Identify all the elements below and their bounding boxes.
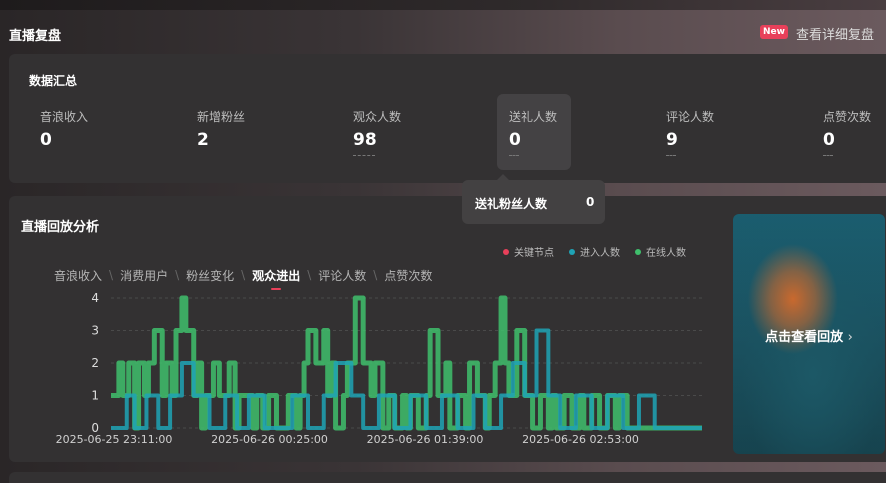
metric-gift-senders[interactable]: 送礼人数 0: [497, 94, 571, 170]
metric-label: 评论人数: [666, 110, 715, 124]
chevron-right-icon: ›: [847, 330, 853, 345]
metric-label: 点赞次数: [823, 110, 872, 124]
metric-underline: [823, 155, 833, 156]
summary-title: 数据汇总: [29, 74, 78, 88]
replay-cta[interactable]: 点击查看回放 ›: [733, 326, 885, 345]
tooltip-arrow: [497, 174, 509, 180]
metric-label: 送礼人数: [509, 110, 558, 124]
metric-sound-wave-income[interactable]: 音浪收入 0: [28, 94, 102, 170]
replay-cta-label: 点击查看回放: [765, 330, 844, 345]
new-badge: New: [760, 25, 788, 39]
metric-label: 新增粉丝: [197, 110, 246, 124]
gift-fans-tooltip: 送礼粉丝人数 0: [462, 174, 605, 224]
x-tick-label: 2025-06-26 01:39:00: [367, 433, 484, 446]
metric-underline: [666, 155, 676, 156]
metric-label: 观众人数: [353, 110, 402, 124]
page-header: 直播复盘 New 查看详细复盘: [0, 12, 886, 52]
page-title: 直播复盘: [9, 29, 62, 44]
metric-value: 98: [353, 130, 377, 150]
tooltip-value: 0: [586, 195, 595, 209]
metric-viewers[interactable]: 观众人数 98: [341, 94, 415, 170]
metric-underline: [353, 155, 375, 156]
data-summary-card: 数据汇总 音浪收入 0 新增粉丝 2 观众人数 98 送礼人数 0 评论人数 9…: [9, 54, 886, 183]
y-tick-label: 4: [91, 291, 99, 305]
replay-thumbnail[interactable]: 点击查看回放 ›: [733, 214, 885, 454]
metric-underline: [509, 155, 519, 156]
metric-value: 2: [197, 130, 209, 150]
y-tick-label: 3: [91, 324, 99, 338]
window-top-strip: [0, 0, 886, 10]
next-card-edge: [9, 472, 886, 483]
metric-new-fans[interactable]: 新增粉丝 2: [185, 94, 259, 170]
metric-value: 0: [40, 130, 52, 150]
metric-likes[interactable]: 点赞次数 0: [811, 94, 885, 170]
y-tick-label: 1: [91, 389, 99, 403]
metric-value: 0: [823, 130, 835, 150]
y-tick-label: 2: [91, 356, 99, 370]
view-detail-replay-link[interactable]: 查看详细复盘: [796, 24, 874, 43]
metric-commenters[interactable]: 评论人数 9: [654, 94, 728, 170]
metric-label: 音浪收入: [40, 110, 89, 124]
viewer-in-out-chart[interactable]: 0 1 2 3 4 2025-06-25 23:11:00 2025-06-26 00:25…: [9, 196, 729, 462]
replay-analysis-card: 直播回放分析 关键节点 进入人数 在线人数 音浪收入 \ 消费用户 \ 粉丝变化…: [9, 196, 886, 462]
x-tick-label: 2025-06-25 23:11:00: [56, 433, 173, 446]
metric-value: 9: [666, 130, 678, 150]
tooltip-label: 送礼粉丝人数: [475, 197, 548, 211]
metric-value: 0: [509, 130, 521, 150]
x-tick-label: 2025-06-26 02:53:00: [522, 433, 639, 446]
x-tick-label: 2025-06-26 00:25:00: [211, 433, 328, 446]
